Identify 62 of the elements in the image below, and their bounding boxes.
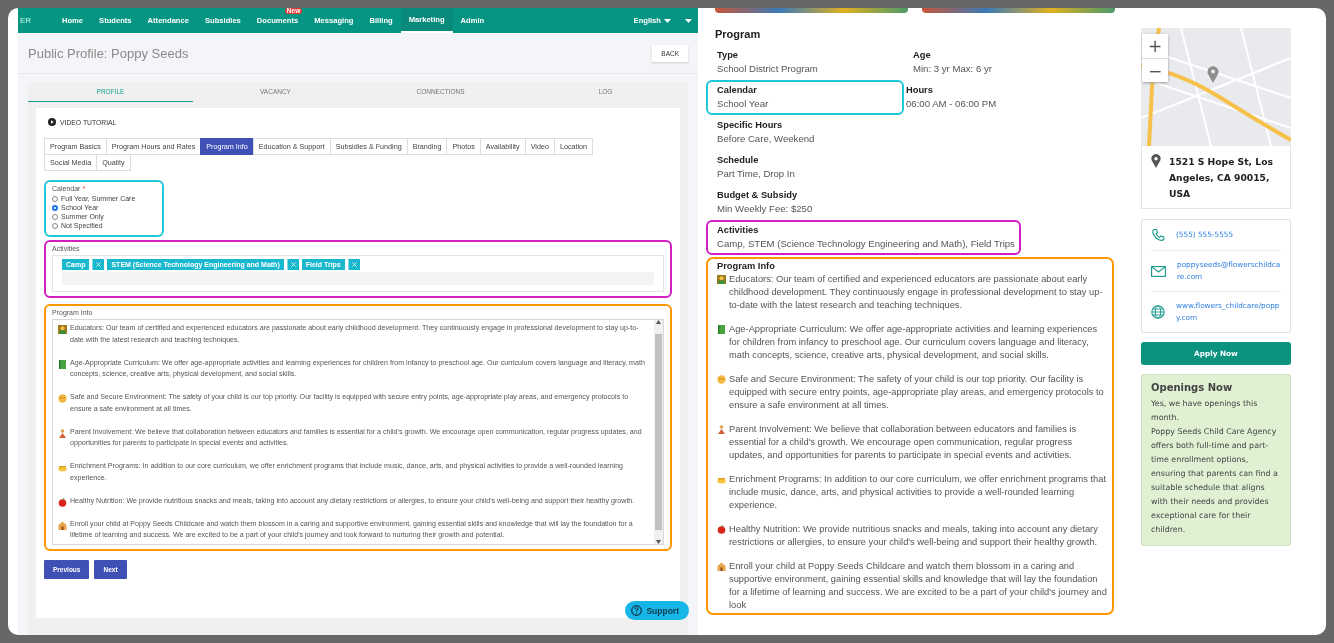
play-icon — [48, 118, 56, 126]
field-label: Schedule — [717, 154, 760, 167]
globe-icon — [1151, 305, 1165, 319]
phone-icon — [1151, 228, 1165, 242]
paragraph-text: Healthy Nutrition: We provide nutritious snacks and meals, taking into account any dietary restrictions or allergies, to ensure your child's well-being and support their healthy growth. — [729, 523, 1099, 549]
people-icon — [58, 428, 67, 438]
apple-icon — [717, 525, 726, 534]
paragraph-text: Parent Involvement: We believe that collaboration between educators and families is essential for a child's growth. We encourage open communication, regular progress updates, and opportunities for parents to participate in special events and activities. — [729, 423, 1078, 462]
apple-icon — [58, 497, 67, 507]
field-label: Age — [913, 49, 932, 62]
person-icon — [717, 275, 726, 284]
field-label: Specific Hours — [717, 119, 784, 132]
close-icon — [290, 262, 296, 267]
paragraph-text: Safe and Secure Environment: The safety of your child is our top priority. Our facility is equipped with secure entry points, age-appropriate play areas, and emergency protocols to ensure a safe environment at all times. — [729, 373, 1105, 412]
section-heading: Program — [715, 28, 762, 40]
scroll-up-icon — [656, 320, 661, 324]
remove-tag-button[interactable] — [347, 259, 360, 270]
remove-tag-button[interactable] — [286, 259, 299, 270]
book-icon — [58, 359, 67, 369]
scroll-down-icon — [656, 539, 661, 544]
field-value: Min: 3 yr Max: 6 yr — [913, 62, 993, 75]
caret-icon — [685, 18, 692, 23]
person-icon — [58, 325, 67, 334]
zoom-button[interactable]: + — [1142, 34, 1168, 58]
remove-tag-button[interactable] — [92, 259, 105, 270]
field-value: 06:00 AM - 06:00 PM — [906, 97, 998, 110]
address-text: 1521 S Hope St, Los Angeles, CA 90015, USA — [1169, 155, 1274, 201]
field-value: Min Weekly Fee: $250 — [717, 202, 814, 215]
scrollbar-thumb[interactable] — [655, 334, 662, 530]
field-value: School Year — [717, 97, 770, 110]
smiley-icon — [717, 375, 726, 384]
house-icon — [58, 520, 67, 530]
paragraph-text: Age-Appropriate Curriculum: We offer age-appropriate activities and learning experiences for children from infancy to preschool age. Our curriculum covers language and literacy, math concepts, science, creative arts, physical development, and social skills. — [729, 323, 1099, 362]
card-title: Openings Now — [1151, 381, 1234, 395]
field-value: Before Care, Weekend — [717, 132, 816, 145]
envelope-icon — [1151, 265, 1166, 277]
close-icon — [351, 262, 357, 267]
field-label: Budget & Subsidy — [717, 189, 799, 202]
field-label: Hours — [906, 84, 934, 97]
zoom-button[interactable]: − — [1142, 58, 1168, 82]
field-label: Program Info — [717, 260, 776, 273]
logo-text: ER — [19, 16, 33, 25]
people-icon — [717, 425, 726, 434]
paragraph-text: Educators: Our team of certified and experienced educators are passionate about early childhood development. They continuously engage in professional development to stay up-to-date with the latest research and teaching techniques. — [729, 273, 1104, 312]
field-label: Type — [717, 49, 739, 62]
field-value: Part Time, Drop In — [717, 167, 796, 180]
location-pin-icon — [1151, 154, 1161, 168]
support-button[interactable]: Support — [625, 601, 689, 620]
field-label: Calendar — [717, 84, 758, 97]
page-title: Public Profile: Poppy Seeds — [28, 45, 189, 61]
smiley-icon — [58, 394, 67, 403]
field-value: Camp, STEM (Science Technology Engineering and Math), Field Trips — [717, 237, 1015, 250]
help-icon — [631, 605, 643, 616]
close-icon — [96, 262, 102, 267]
field-value: School District Program — [717, 62, 819, 75]
paragraph-text: Enrichment Programs: In addition to our core curriculum, we offer enrichment programs that include music, dance, arts, and physical activities to provide a well-rounded learning experience. — [729, 473, 1108, 512]
book-icon — [717, 325, 726, 334]
paragraph-text: Enroll your child at Poppy Seeds Childcare and watch them blossom in a caring and supportive environment, gaining essential skills and knowledge that will lay the foundation for a lifetime of learning and success. We are excited to be a part of your child's journey and look — [729, 560, 1108, 612]
house-icon — [717, 562, 726, 571]
map-pin-icon — [1207, 66, 1219, 83]
field-label: Activities — [717, 224, 760, 237]
caret-icon — [664, 18, 671, 23]
